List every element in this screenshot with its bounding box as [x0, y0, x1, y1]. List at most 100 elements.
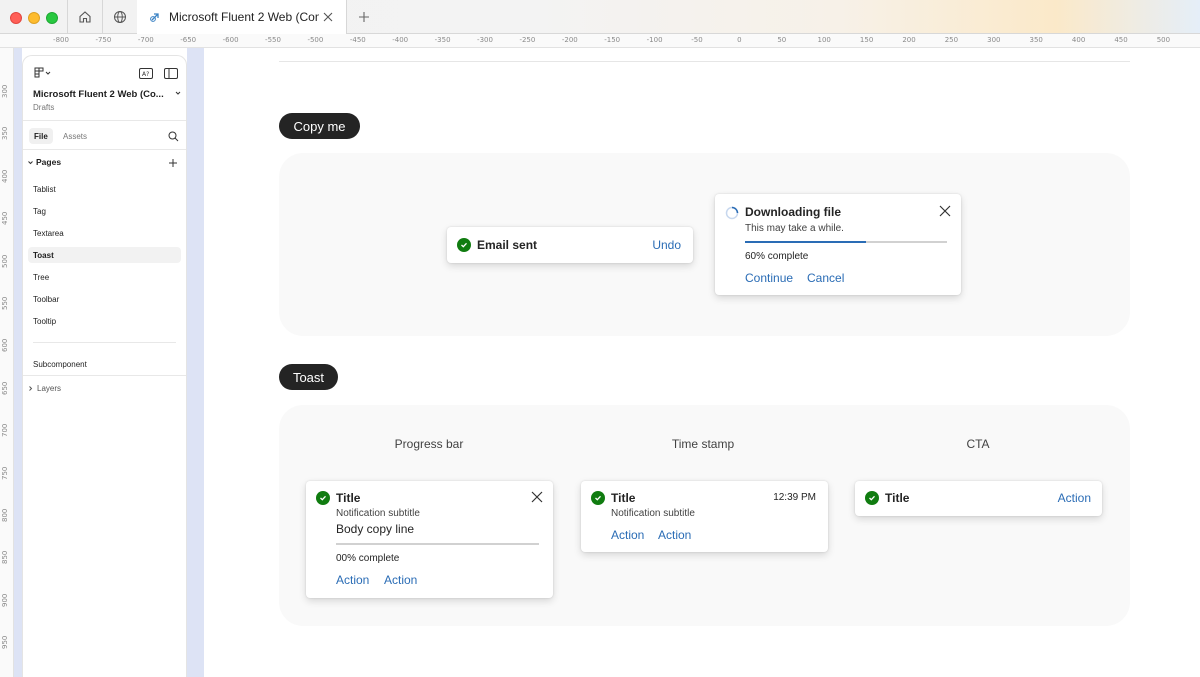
toast-subtitle: This may take a while.: [745, 223, 844, 234]
ruler-tick: 350: [1029, 36, 1043, 44]
canvas-frame-band: [14, 48, 22, 677]
ruler-tick: 150: [859, 36, 874, 44]
toast-subtitle: Notification subtitle: [336, 508, 420, 519]
ruler-tick: -200: [561, 36, 578, 44]
spinner-icon: [725, 206, 739, 220]
sidebar-item-textarea[interactable]: Textarea: [28, 225, 181, 241]
toast-title: Email sent: [477, 238, 538, 252]
page-list-divider: [33, 342, 176, 343]
sidebar-item-tablist[interactable]: Tablist: [28, 181, 181, 197]
minimize-window-button[interactable]: [28, 12, 40, 24]
success-check-icon: [457, 238, 471, 252]
tab-assets[interactable]: Assets: [58, 128, 92, 144]
ruler-tick: 450: [1114, 36, 1128, 44]
sidebar-item-tree[interactable]: Tree: [28, 269, 181, 285]
text-box-icon: A?: [139, 67, 153, 79]
cta-toast: Title Action: [855, 481, 1102, 516]
toast-action-button[interactable]: Action: [384, 573, 417, 587]
time-stamp-toast: Title 12:39 PM Notification subtitle Act…: [581, 481, 828, 552]
file-name[interactable]: Microsoft Fluent 2 Web (Co...: [33, 89, 182, 100]
cta-action-button[interactable]: Action: [1058, 491, 1091, 505]
toast-subtitle: Notification subtitle: [611, 508, 695, 519]
main-menu-button[interactable]: [33, 66, 55, 80]
sidebar-item-toolbar[interactable]: Toolbar: [28, 291, 181, 307]
success-check-icon: [316, 491, 330, 505]
toast-title: Title: [336, 491, 361, 505]
cancel-button[interactable]: Cancel: [807, 271, 844, 285]
toast-timestamp: 12:39 PM: [773, 492, 816, 503]
sidebar-item-tooltip[interactable]: Tooltip: [28, 313, 181, 329]
tab-close-button[interactable]: [323, 12, 333, 22]
ruler-tick: 250: [944, 36, 959, 44]
sidebar-divider: [23, 149, 186, 150]
toast-action-button[interactable]: Action: [336, 573, 369, 587]
globe-icon: [114, 11, 126, 23]
ruler-tick: 300: [1, 84, 9, 98]
success-check-icon: [865, 491, 879, 505]
ruler-tick: 400: [1, 169, 9, 183]
layers-section-toggle[interactable]: Layers: [27, 384, 61, 393]
maximize-window-button[interactable]: [46, 12, 58, 24]
ruler-tick: 300: [987, 36, 1001, 44]
ruler-tick: -300: [477, 36, 493, 44]
toast-title: Title: [611, 491, 636, 505]
horizontal-ruler: -800 -750 -700 -650 -600 -550 -500 -450 -400 -350…: [0, 34, 1200, 48]
toast-close-button[interactable]: [939, 204, 951, 222]
font-settings-button[interactable]: A?: [138, 66, 154, 80]
canvas-frame-band: [187, 48, 204, 677]
layers-label: Layers: [37, 384, 62, 393]
close-window-button[interactable]: [10, 12, 22, 24]
plus-icon: [359, 12, 369, 22]
continue-button[interactable]: Continue: [745, 271, 793, 285]
sidebar-item-toast[interactable]: Toast: [28, 247, 181, 263]
ruler-tick: 850: [1, 551, 9, 565]
ruler-tick: -100: [646, 36, 663, 44]
ruler-tick: 950: [1, 635, 9, 650]
column-label-progress-bar: Progress bar: [394, 437, 464, 451]
column-label-time-stamp: Time stamp: [671, 437, 735, 451]
ruler-tick: 700: [1, 423, 9, 438]
copy-me-label: Copy me: [279, 113, 360, 139]
ruler-tick: -400: [392, 36, 409, 44]
globe-button[interactable]: [103, 0, 137, 34]
search-button[interactable]: [166, 129, 180, 143]
progress-text: 00% complete: [336, 553, 400, 564]
ruler-tick: 100: [817, 36, 831, 44]
figma-logo-icon: [34, 67, 51, 78]
sidebar-divider: [23, 375, 186, 376]
ruler-tick: 550: [1, 296, 9, 310]
chevron-right-icon: [29, 386, 33, 391]
toast-body: Body copy line: [336, 522, 415, 536]
ruler-tick: 50: [777, 36, 787, 44]
sidebar-item-tag[interactable]: Tag: [28, 203, 181, 219]
undo-button[interactable]: Undo: [652, 238, 681, 252]
downloading-file-toast: Downloading file This may take a while. …: [715, 194, 961, 295]
ruler-tick: 800: [1, 508, 9, 522]
success-check-icon: [591, 491, 605, 505]
canvas-divider: [279, 61, 1130, 62]
toggle-sidebar-button[interactable]: [163, 66, 179, 80]
home-icon: [79, 11, 91, 23]
toast-close-button[interactable]: [531, 490, 543, 508]
layers-sidebar: A? Microsoft Fluent 2 Web (Co... Drafts …: [22, 55, 187, 677]
ruler-tick: -650: [180, 36, 197, 44]
sidebar-panel-icon: [164, 67, 178, 79]
home-button[interactable]: [68, 0, 102, 34]
chevron-down-icon: [28, 160, 33, 164]
active-browser-tab[interactable]: Microsoft Fluent 2 Web (Commu: [137, 0, 347, 34]
toast-action-button[interactable]: Action: [658, 528, 691, 542]
toast-action-button[interactable]: Action: [611, 528, 644, 542]
ruler-tick: 500: [1156, 36, 1171, 44]
email-sent-toast: Email sent Undo: [447, 227, 693, 263]
pages-section-toggle[interactable]: Pages: [27, 157, 61, 167]
pages-label: Pages: [36, 157, 62, 167]
sidebar-item-subcomponent[interactable]: Subcomponent: [28, 356, 181, 372]
vertical-ruler: 300 350 400 450 500 550 600 650 700 750 800 850 900 9…: [0, 48, 14, 677]
add-page-button[interactable]: [166, 156, 180, 170]
ruler-tick: 650: [1, 381, 9, 395]
new-tab-button[interactable]: [352, 0, 376, 34]
ruler-tick: -600: [222, 36, 239, 44]
svg-text:A?: A?: [142, 71, 149, 78]
download-progress-fill: [745, 241, 867, 243]
tab-file[interactable]: File: [29, 128, 53, 144]
